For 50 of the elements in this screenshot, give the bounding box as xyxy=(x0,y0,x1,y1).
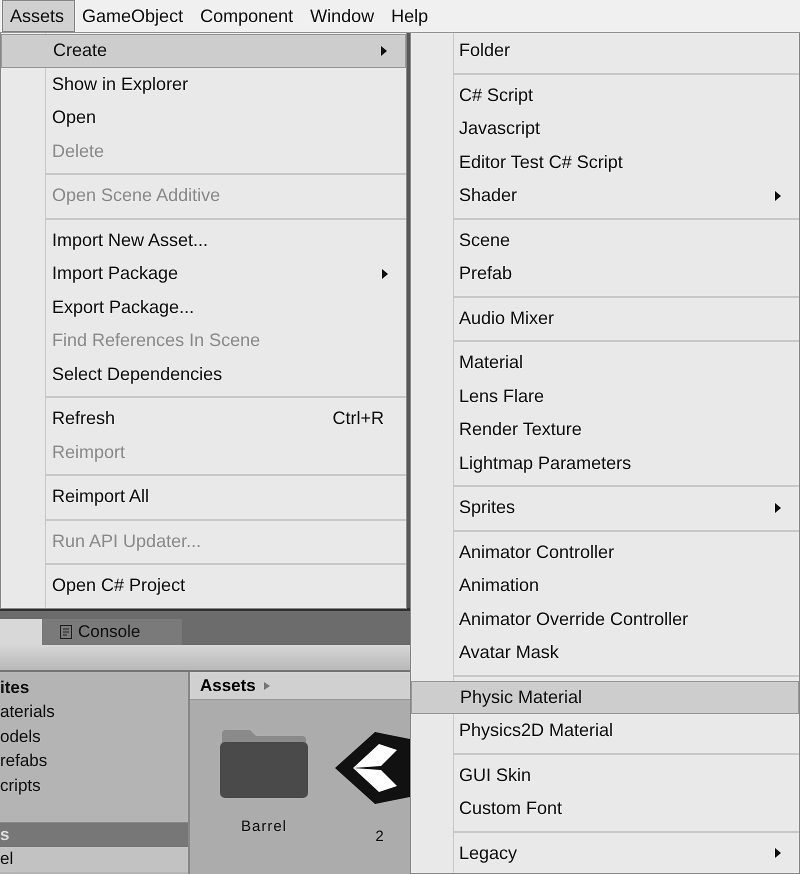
asset-name: Barrel xyxy=(240,818,287,835)
menu-item[interactable]: Shader xyxy=(411,179,799,212)
menu-item[interactable]: GUI Skin xyxy=(411,758,799,792)
console-icon xyxy=(60,625,72,639)
menu-item[interactable]: Animation xyxy=(411,569,799,602)
panel-tab[interactable]: Console xyxy=(42,619,182,645)
tree-item[interactable]: odels xyxy=(0,724,188,749)
menu-item[interactable]: Import New Asset... xyxy=(1,224,406,257)
menu-item[interactable]: Scene xyxy=(411,224,799,257)
menu-item[interactable]: Refresh Ctrl+R xyxy=(1,402,406,436)
breadcrumb-arrow-icon xyxy=(264,682,270,690)
menu-item[interactable]: Avatar Mask xyxy=(411,636,799,670)
menu-item[interactable]: Create xyxy=(1,34,406,68)
menu-item[interactable]: Editor Test C# Script xyxy=(411,146,799,179)
menu-item[interactable]: Open C# Project xyxy=(1,569,406,602)
menu-item[interactable]: Javascript xyxy=(411,112,799,146)
menu-bar-item[interactable]: GameObject xyxy=(75,0,194,32)
menu-item[interactable]: Legacy xyxy=(411,836,799,870)
menu-item[interactable]: Prefab xyxy=(411,257,799,290)
tree-item[interactable]: cripts xyxy=(0,774,188,798)
folder-icon[interactable] xyxy=(220,728,308,798)
menu-item[interactable]: Physic Material xyxy=(411,680,799,714)
tree-item[interactable]: el xyxy=(0,847,188,872)
menu-item[interactable]: Audio Mixer xyxy=(411,302,799,335)
menu-item[interactable]: Export Package... xyxy=(1,290,406,324)
menu-item[interactable]: Animator Override Controller xyxy=(411,602,799,636)
menu-item[interactable]: Lens Flare xyxy=(411,380,799,413)
menu-item[interactable]: Sprites xyxy=(411,491,799,524)
menu-item[interactable]: Show in Explorer xyxy=(1,68,406,101)
menu-item[interactable]: Physics2D Material xyxy=(411,714,799,748)
menu-bar-item[interactable]: Assets xyxy=(2,0,76,32)
breadcrumb[interactable]: Assets xyxy=(200,676,256,696)
menu-item[interactable]: Lightmap Parameters xyxy=(411,446,799,480)
tree-item[interactable]: refabs xyxy=(0,749,188,774)
menu-item[interactable]: Open xyxy=(1,101,406,134)
menu-item[interactable]: Select Dependencies xyxy=(1,358,406,391)
menu-bar-item[interactable]: Help xyxy=(384,0,438,32)
asset-name: 2 xyxy=(375,828,385,845)
menu-bar-item[interactable]: Component xyxy=(193,0,304,32)
menu-bar-item[interactable]: Window xyxy=(303,0,384,32)
menu-item[interactable]: Custom Font xyxy=(411,792,799,826)
menu-item[interactable]: Render Texture xyxy=(411,413,799,446)
menu-item[interactable]: C# Script xyxy=(411,78,799,112)
section-header: ites xyxy=(0,677,30,699)
menu-item[interactable]: Folder xyxy=(411,34,799,68)
menu-item[interactable]: Import Package xyxy=(1,257,406,290)
tree-item[interactable]: aterials xyxy=(0,700,188,724)
menu-item[interactable]: Material xyxy=(411,346,799,380)
menu-item[interactable]: Reimport All xyxy=(1,480,406,514)
menu-item[interactable]: Animator Controller xyxy=(411,536,799,569)
